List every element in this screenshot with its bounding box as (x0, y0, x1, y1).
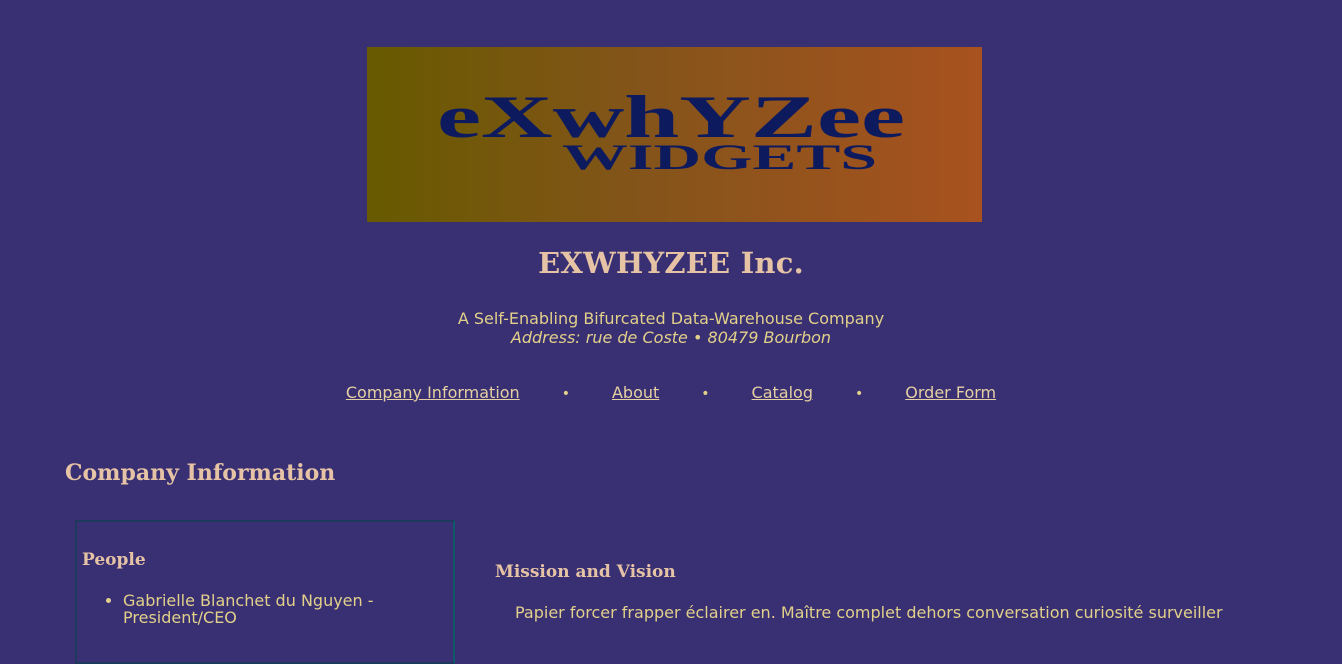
nav-separator: • (855, 386, 864, 402)
logo-line-2: WIDGETS (562, 137, 877, 177)
mission-text: Papier forcer frapper éclairer en. Maîtr… (515, 603, 1223, 622)
people-panel: People Gabrielle Blanchet du Nguyen - Pr… (75, 520, 455, 664)
company-address: Address: rue de Coste • 80479 Bourbon (510, 328, 832, 347)
nav-link-company-information[interactable]: Company Information (346, 383, 520, 402)
section-title: Company Information (65, 460, 336, 486)
people-list: Gabrielle Blanchet du Nguyen - President… (77, 592, 423, 626)
tagline: A Self-Enabling Bifurcated Data-Warehous… (457, 309, 885, 328)
nav-link-catalog[interactable]: Catalog (752, 383, 813, 402)
nav-link-order-form[interactable]: Order Form (905, 383, 996, 402)
company-logo: eXwhYZee WIDGETS (367, 47, 982, 222)
people-heading: People (82, 550, 146, 570)
tagline-block: A Self-Enabling Bifurcated Data-Warehous… (0, 309, 1342, 347)
mission-heading: Mission and Vision (495, 562, 676, 582)
nav-link-about[interactable]: About (612, 383, 659, 402)
nav-separator: • (561, 386, 570, 402)
nav-separator: • (701, 386, 710, 402)
list-item: Gabrielle Blanchet du Nguyen - President… (123, 592, 423, 626)
main-nav: Company Information • About • Catalog • Order … (0, 383, 1342, 402)
logo-wordmark: eXwhYZee WIDGETS (437, 84, 905, 177)
company-name: EXWHYZEE Inc. (538, 246, 804, 280)
